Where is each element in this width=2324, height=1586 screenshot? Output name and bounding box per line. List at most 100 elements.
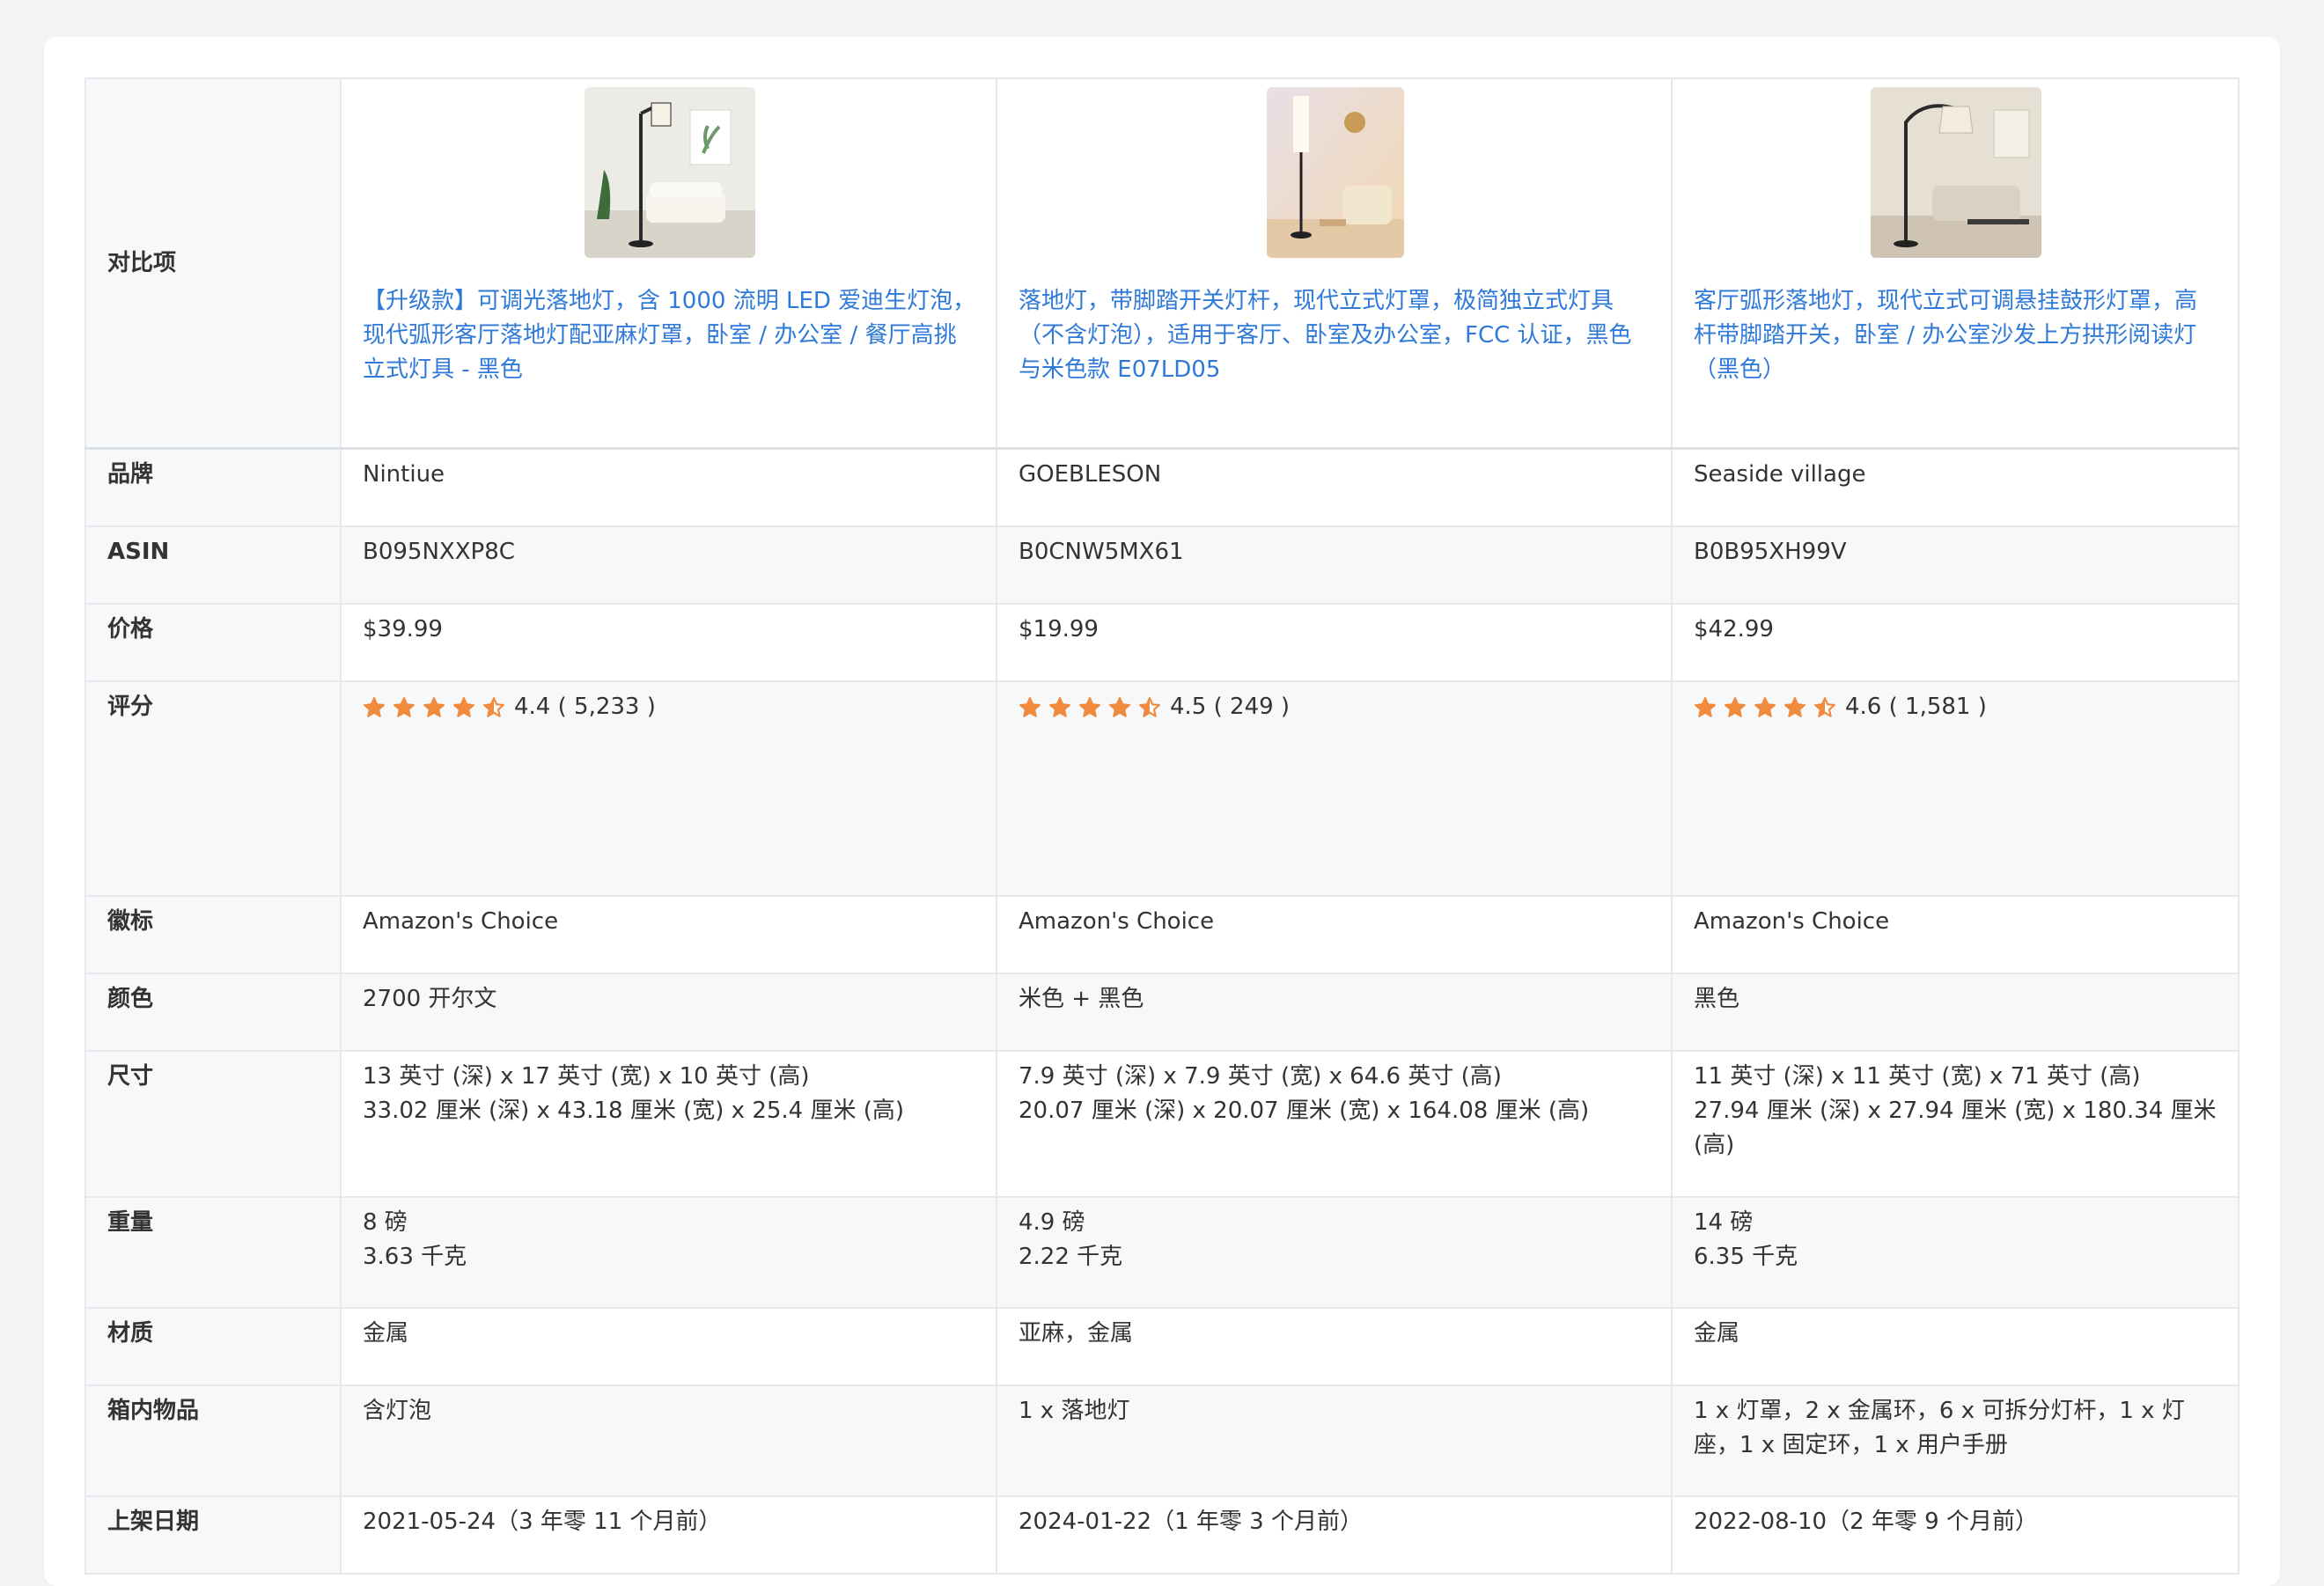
product-title-link-1[interactable]: 【升级款】可调光落地灯，含 1000 流明 LED 爱迪生灯泡，现代弧形客厅落地… [363, 284, 976, 387]
color-value-2: 米色 + 黑色 [996, 973, 1673, 1052]
material-value-2: 亚麻，金属 [996, 1307, 1673, 1386]
dimensions-cell-2: 7.9 英寸 (深) x 7.9 英寸 (宽) x 64.6 英寸 (高) 20… [996, 1050, 1673, 1198]
rating-cell-2: 4.5 ( 249 ) [996, 680, 1673, 897]
date-value-1: 2021-05-24（3 年零 11 个月前） [340, 1495, 997, 1575]
product-header-row: 对比项 【升级款】可调光落地灯，含 1000 流明 LED 爱迪生灯泡，现代弧形… [85, 77, 2239, 450]
product-cell-2: 落地灯，带脚踏开关灯杆，现代立式灯罩，极简独立式灯具（不含灯泡），适用于客厅、卧… [996, 77, 1673, 450]
star-rating-1 [363, 696, 505, 719]
row-label-color: 颜色 [85, 973, 342, 1052]
weight-row: 重量 8 磅 3.63 千克 4.9 磅 2.22 千克 14 磅 6.35 千… [85, 1196, 2239, 1309]
product-image-2[interactable] [1266, 87, 1404, 258]
material-row: 材质 金属 亚麻，金属 金属 [85, 1307, 2239, 1386]
weight-cell-1: 8 磅 3.63 千克 [340, 1196, 997, 1309]
dimensions-row: 尺寸 13 英寸 (深) x 17 英寸 (宽) x 10 英寸 (高) 33.… [85, 1050, 2239, 1198]
brand-value-3: Seaside village [1671, 447, 2239, 527]
price-value-2: $19.99 [996, 603, 1673, 682]
material-value-3: 金属 [1671, 1307, 2239, 1386]
asin-value-2: B0CNW5MX61 [996, 525, 1673, 605]
badge-value-3: Amazon's Choice [1671, 895, 2239, 974]
star-full-icon [1049, 696, 1070, 717]
product-image-3[interactable] [1871, 87, 2041, 258]
rating-value-2: 4.5 ( 249 ) [1170, 694, 1291, 720]
brand-row: 品牌 Nintiue GOEBLESON Seaside village [85, 447, 2239, 527]
star-full-icon [423, 696, 445, 717]
rating-cell-1: 4.4 ( 5,233 ) [340, 680, 997, 897]
row-label-dimensions: 尺寸 [85, 1050, 342, 1198]
dimensions-cm-3: 27.94 厘米 (深) x 27.94 厘米 (宽) x 180.34 厘米 … [1694, 1098, 2217, 1158]
weight-pounds-3: 14 磅 [1694, 1209, 1754, 1236]
row-label-compare: 对比项 [85, 77, 342, 450]
weight-kg-2: 2.22 千克 [1019, 1244, 1123, 1270]
weight-cell-3: 14 磅 6.35 千克 [1671, 1196, 2239, 1309]
box-value-2: 1 x 落地灯 [996, 1384, 1673, 1497]
box-value-3: 1 x 灯罩，2 x 金属环，6 x 可拆分灯杆，1 x 灯座，1 x 固定环，… [1671, 1384, 2239, 1497]
star-full-icon [1725, 696, 1746, 717]
weight-pounds-1: 8 磅 [363, 1209, 408, 1236]
star-half-icon [483, 696, 504, 717]
product-image-1[interactable] [584, 87, 755, 258]
star-full-icon [393, 696, 415, 717]
dimensions-cell-3: 11 英寸 (深) x 11 英寸 (宽) x 71 英寸 (高) 27.94 … [1671, 1050, 2239, 1198]
dimensions-cm-2: 20.07 厘米 (深) x 20.07 厘米 (宽) x 164.08 厘米 … [1019, 1098, 1590, 1124]
star-half-icon [1814, 696, 1835, 717]
row-label-rating: 评分 [85, 680, 342, 897]
star-full-icon [1109, 696, 1130, 717]
weight-kg-1: 3.63 千克 [363, 1244, 467, 1270]
row-label-box: 箱内物品 [85, 1384, 342, 1497]
dimensions-inches-1: 13 英寸 (深) x 17 英寸 (宽) x 10 英寸 (高) [363, 1063, 810, 1090]
product-cell-1: 【升级款】可调光落地灯，含 1000 流明 LED 爱迪生灯泡，现代弧形客厅落地… [340, 77, 997, 450]
row-label-badge: 徽标 [85, 895, 342, 974]
color-value-1: 2700 开尔文 [340, 973, 997, 1052]
product-title-link-2[interactable]: 落地灯，带脚踏开关灯杆，现代立式灯罩，极简独立式灯具（不含灯泡），适用于客厅、卧… [1019, 284, 1651, 387]
row-label-weight: 重量 [85, 1196, 342, 1309]
star-full-icon [1019, 696, 1041, 717]
brand-value-2: GOEBLESON [996, 447, 1673, 527]
row-label-material: 材质 [85, 1307, 342, 1386]
product-title-link-3[interactable]: 客厅弧形落地灯，现代立式可调悬挂鼓形灯罩，高杆带脚踏开关，卧室 / 办公室沙发上… [1694, 284, 2218, 387]
brand-value-1: Nintiue [340, 447, 997, 527]
asin-value-3: B0B95XH99V [1671, 525, 2239, 605]
date-value-3: 2022-08-10（2 年零 9 个月前） [1671, 1495, 2239, 1575]
star-full-icon [1695, 696, 1716, 717]
dimensions-cell-1: 13 英寸 (深) x 17 英寸 (宽) x 10 英寸 (高) 33.02 … [340, 1050, 997, 1198]
box-contents-row: 箱内物品 含灯泡 1 x 落地灯 1 x 灯罩，2 x 金属环，6 x 可拆分灯… [85, 1384, 2239, 1497]
color-value-3: 黑色 [1671, 973, 2239, 1052]
row-label-date: 上架日期 [85, 1495, 342, 1575]
comparison-card: 对比项 【升级款】可调光落地灯，含 1000 流明 LED 爱迪生灯泡，现代弧形… [44, 37, 2280, 1586]
rating-row: 评分 4.4 ( 5,233 ) 4.5 ( 249 ) 4.6 ( 1,581… [85, 680, 2239, 897]
star-full-icon [1784, 696, 1806, 717]
star-rating-2 [1019, 696, 1161, 719]
rating-value-3: 4.6 ( 1,581 ) [1845, 694, 1987, 720]
rating-cell-3: 4.6 ( 1,581 ) [1671, 680, 2239, 897]
rating-value-1: 4.4 ( 5,233 ) [514, 694, 656, 720]
price-row: 价格 $39.99 $19.99 $42.99 [85, 603, 2239, 682]
price-value-3: $42.99 [1671, 603, 2239, 682]
product-cell-3: 客厅弧形落地灯，现代立式可调悬挂鼓形灯罩，高杆带脚踏开关，卧室 / 办公室沙发上… [1671, 77, 2239, 450]
badge-value-1: Amazon's Choice [340, 895, 997, 974]
date-row: 上架日期 2021-05-24（3 年零 11 个月前） 2024-01-22（… [85, 1495, 2239, 1575]
row-label-price: 价格 [85, 603, 342, 682]
dimensions-cm-1: 33.02 厘米 (深) x 43.18 厘米 (宽) x 25.4 厘米 (高… [363, 1098, 905, 1124]
star-full-icon [1754, 696, 1776, 717]
weight-cell-2: 4.9 磅 2.22 千克 [996, 1196, 1673, 1309]
star-rating-3 [1694, 696, 1836, 719]
color-row: 颜色 2700 开尔文 米色 + 黑色 黑色 [85, 973, 2239, 1052]
row-label-brand: 品牌 [85, 447, 342, 527]
box-value-1: 含灯泡 [340, 1384, 997, 1497]
date-value-2: 2024-01-22（1 年零 3 个月前） [996, 1495, 1673, 1575]
weight-pounds-2: 4.9 磅 [1019, 1209, 1085, 1236]
comparison-table: 对比项 【升级款】可调光落地灯，含 1000 流明 LED 爱迪生灯泡，现代弧形… [85, 77, 2239, 1575]
asin-row: ASIN B095NXXP8C B0CNW5MX61 B0B95XH99V [85, 525, 2239, 605]
star-half-icon [1139, 696, 1160, 717]
row-label-asin: ASIN [85, 525, 342, 605]
star-full-icon [453, 696, 474, 717]
asin-value-1: B095NXXP8C [340, 525, 997, 605]
price-value-1: $39.99 [340, 603, 997, 682]
weight-kg-3: 6.35 千克 [1694, 1244, 1798, 1270]
badge-row: 徽标 Amazon's Choice Amazon's Choice Amazo… [85, 895, 2239, 974]
dimensions-inches-3: 11 英寸 (深) x 11 英寸 (宽) x 71 英寸 (高) [1694, 1063, 2141, 1090]
dimensions-inches-2: 7.9 英寸 (深) x 7.9 英寸 (宽) x 64.6 英寸 (高) [1019, 1063, 1502, 1090]
star-full-icon [1079, 696, 1100, 717]
star-full-icon [364, 696, 385, 717]
badge-value-2: Amazon's Choice [996, 895, 1673, 974]
